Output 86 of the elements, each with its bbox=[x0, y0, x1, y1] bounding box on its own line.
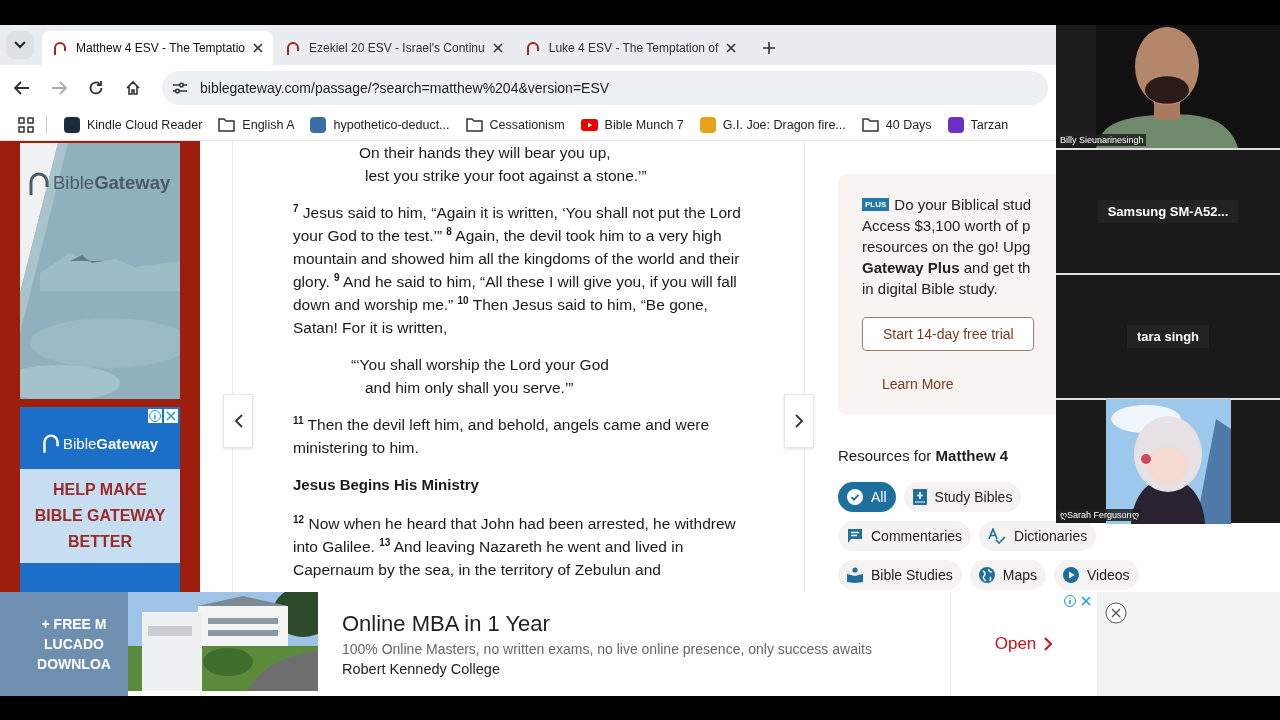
ad-title: Online MBA in 1 Year bbox=[342, 611, 551, 637]
close-icon[interactable] bbox=[726, 43, 737, 53]
ad-headline: HELP MAKE BIBLE GATEWAY BETTER bbox=[33, 480, 167, 552]
promo-text: Access $3,100 worth of p bbox=[862, 216, 1031, 236]
participant-name: Billy Sieunarinesingh bbox=[1058, 134, 1146, 146]
resources-heading: Resources for Matthew 4 bbox=[838, 447, 1010, 464]
folder-icon bbox=[218, 118, 236, 132]
bookmark[interactable]: English A bbox=[213, 116, 300, 134]
bookmark[interactable]: 40 Days bbox=[856, 116, 937, 134]
promo-text: resources on the go! Upg bbox=[862, 237, 1031, 257]
back-icon[interactable] bbox=[14, 80, 30, 95]
learn-more-link[interactable]: Learn More bbox=[882, 376, 954, 392]
globe-icon bbox=[978, 567, 995, 583]
filter-chip[interactable]: Bible Studies bbox=[838, 560, 962, 590]
close-icon[interactable] bbox=[253, 43, 263, 53]
play-icon bbox=[580, 119, 598, 131]
play-icon bbox=[1062, 567, 1079, 583]
chevron-down-icon bbox=[14, 41, 26, 49]
ad-banner[interactable]: Online MBA in 1 Year 100% Online Masters, no written exams, no live online presence, only success awaits Robert Kennedy College Open bbox=[128, 592, 1097, 696]
filter-chip[interactable]: Study Bibles bbox=[903, 482, 1022, 512]
verse-paragraph: $^{11}$ Then the devil left him, and behold, angels came and were ministering to him. bbox=[293, 413, 711, 458]
ad-text: LUCADO bbox=[44, 636, 104, 652]
ad-text: + FREE M bbox=[41, 616, 107, 632]
next-chapter-button[interactable] bbox=[784, 394, 814, 448]
section-heading: Jesus Begins His Ministry bbox=[293, 475, 480, 495]
bookmark[interactable]: Cessationism bbox=[460, 116, 570, 134]
ad-description: 100% Online Masters, no written exams, no live online presence, only success awaits bbox=[342, 641, 873, 657]
new-tab-icon[interactable] bbox=[762, 41, 777, 55]
previous-chapter-button[interactable] bbox=[223, 394, 253, 448]
apps-grid-icon[interactable] bbox=[18, 117, 34, 133]
brand-logo-text: BibleGateway bbox=[62, 434, 159, 452]
arch-icon bbox=[524, 40, 541, 56]
info-icon[interactable] bbox=[148, 409, 162, 423]
bookmark[interactable]: Bible Munch 7 bbox=[575, 116, 689, 134]
participant-name: ღSarah Fergusonღ bbox=[1058, 509, 1141, 521]
filter-chip[interactable]: Dictionaries bbox=[979, 521, 1097, 551]
poetry-line: On their hands they will bear you up, bbox=[358, 143, 612, 163]
close-icon[interactable] bbox=[1105, 602, 1127, 624]
arch-icon bbox=[285, 40, 301, 56]
info-icon[interactable] bbox=[1063, 594, 1077, 608]
arch-icon bbox=[52, 40, 68, 56]
browser-tab[interactable]: Ezekiel 20 ESV - Israel's Continu bbox=[275, 31, 513, 65]
chevron-right-icon bbox=[794, 414, 804, 428]
chevron-left-icon bbox=[233, 414, 243, 428]
home-icon[interactable] bbox=[125, 79, 141, 96]
reload-icon[interactable] bbox=[88, 79, 104, 96]
ad-text: DOWNLOA bbox=[37, 656, 111, 672]
brand-logo-text: BibleGateway bbox=[53, 172, 171, 194]
browser-tab[interactable]: Matthew 4 ESV - The Temptatio bbox=[42, 31, 273, 65]
ad-banner[interactable]: BibleGateway HELP MAKE BIBLE GATEWAY BETTER bbox=[20, 407, 180, 592]
filter-chip[interactable]: Videos bbox=[1053, 560, 1139, 590]
ad-sponsor: Robert Kennedy College bbox=[342, 661, 501, 677]
folder-icon bbox=[465, 118, 483, 132]
arch-icon bbox=[28, 171, 50, 195]
promo-text: Do your Biblical stud bbox=[894, 195, 1032, 215]
verse-paragraph: $^{12}$ Now when he heard that John had been arrested, he withdrew into Galilee. $^{13}$ And leaving Nazareth he went and lived in Capernaum by the sea, in the territory of Zebulun and bbox=[293, 512, 737, 580]
poetry-line: “‘You shall worship the Lord your God bbox=[350, 355, 610, 375]
poetry-line: and him only shall you serve.’” bbox=[364, 378, 575, 398]
browser-tab[interactable]: Luke 4 ESV - The Temptation of bbox=[514, 31, 747, 65]
filter-chip[interactable]: Commentaries bbox=[838, 521, 972, 551]
bookmark[interactable]: Tarzan bbox=[942, 115, 1014, 135]
spell-check-icon bbox=[988, 528, 1007, 544]
participant-name: tara singh bbox=[1126, 325, 1210, 348]
verse-paragraph: $^{7}$ Jesus said to him, “Again it is written, ‘You shall not put the Lord your God to the test.’” $^{8}$ Again, the devil took him to a very high mountain and showed him all the kingdoms of the world and their glory. $^{9}$ And he said to him, “All these I will give you, if you will fall down and worship me.” $^{10}$ Then Jesus said to him, “Be gone, Satan! For it is written, bbox=[293, 201, 742, 338]
bookmark[interactable]: hypothetico-deduct... bbox=[305, 115, 455, 135]
folder-icon bbox=[861, 118, 879, 132]
poetry-line: lest you strike your foot against a stone.’” bbox=[364, 166, 648, 186]
participant-name: Samsung SM-A52... bbox=[1097, 200, 1239, 223]
promo-text: Gateway Plus and get th bbox=[862, 258, 1031, 278]
promo-text: in digital Bible study. bbox=[862, 279, 998, 299]
reader-icon bbox=[847, 567, 863, 583]
address-bar[interactable]: biblegateway.com/passage/?search=matthew%204&version=ESV bbox=[162, 70, 1048, 105]
free-trial-button[interactable]: Start 14-day free trial bbox=[862, 317, 1034, 351]
close-icon[interactable] bbox=[492, 43, 503, 53]
chevron-right-icon bbox=[1044, 637, 1054, 651]
plus-badge: PLUS bbox=[862, 198, 890, 211]
site-settings-icon[interactable] bbox=[172, 80, 188, 95]
filter-chip[interactable]: All bbox=[838, 482, 896, 512]
comment-icon bbox=[847, 528, 863, 544]
bookmark[interactable]: G.I. Joe: Dragon fire... bbox=[694, 115, 851, 135]
check-icon bbox=[847, 489, 863, 505]
arch-icon bbox=[41, 433, 60, 453]
bookmark[interactable]: Kindle Cloud Reader bbox=[59, 115, 208, 135]
filter-chip[interactable]: Maps bbox=[969, 560, 1046, 590]
book-icon bbox=[912, 489, 927, 505]
tab-search-button[interactable] bbox=[6, 31, 34, 59]
